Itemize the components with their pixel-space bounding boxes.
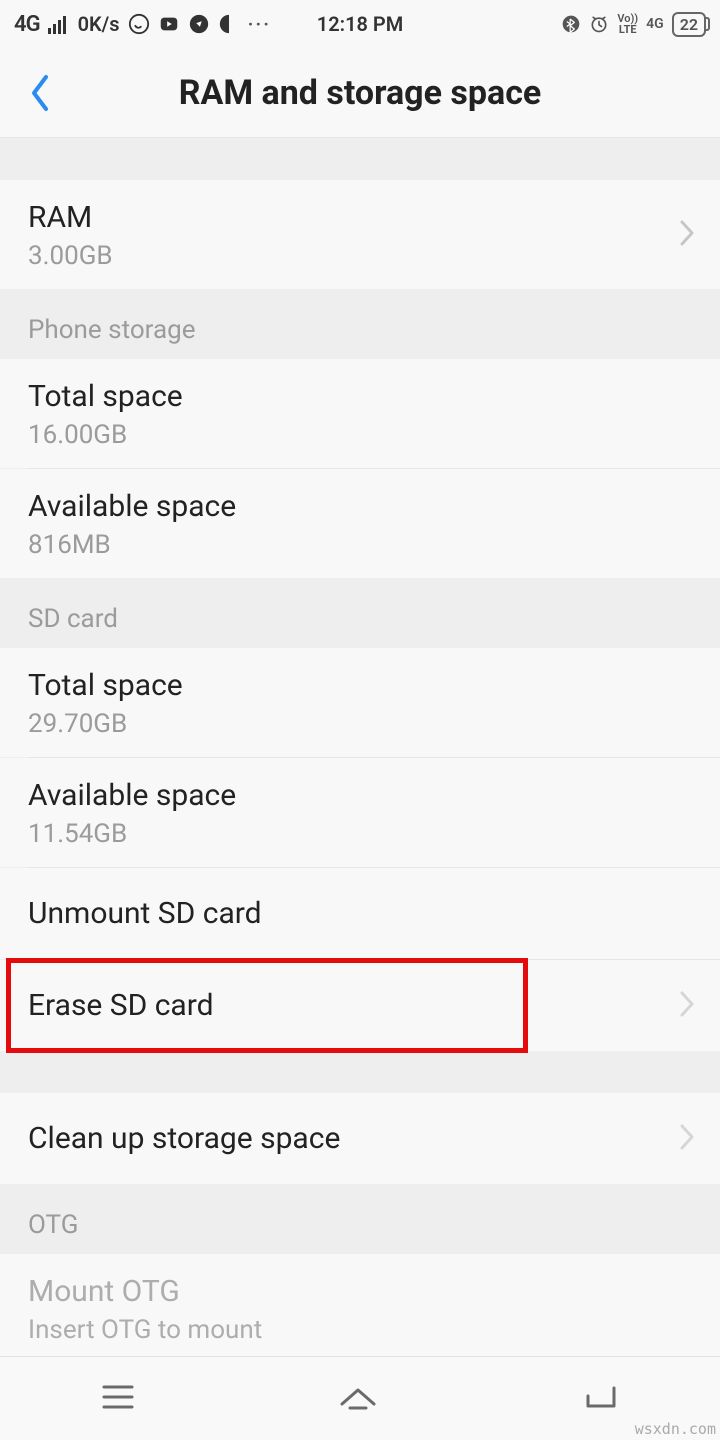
unmount-sd-row[interactable]: Unmount SD card <box>0 868 720 959</box>
network-label: 4G <box>14 12 40 37</box>
chevron-right-icon <box>678 989 696 1023</box>
phone-avail-value: 816MB <box>28 530 692 560</box>
chevron-right-icon <box>678 218 696 252</box>
network2-label: 4G <box>646 16 664 32</box>
sd-available-space-row[interactable]: Available space 11.54GB <box>0 758 720 867</box>
status-left: 4G 0K/s ··· <box>14 12 271 37</box>
whatsapp-icon <box>128 13 150 35</box>
mount-otg-sub: Insert OTG to mount <box>28 1315 692 1345</box>
signal-icon <box>48 14 70 34</box>
otg-header: OTG <box>0 1184 720 1254</box>
phone-storage-header: Phone storage <box>0 289 720 359</box>
back-nav-button[interactable] <box>540 1372 660 1426</box>
compass-icon <box>188 13 210 35</box>
battery-icon: 22 <box>672 12 706 37</box>
home-button[interactable] <box>296 1372 420 1426</box>
battery-level: 22 <box>680 15 698 34</box>
phone-total-value: 16.00GB <box>28 420 692 450</box>
phone-total-label: Total space <box>28 377 692 416</box>
youtube-icon <box>158 13 180 35</box>
sd-total-space-row[interactable]: Total space 29.70GB <box>0 648 720 757</box>
sd-avail-value: 11.54GB <box>28 819 692 849</box>
bluetooth-icon <box>561 14 581 34</box>
chevron-right-icon <box>678 1122 696 1156</box>
sd-avail-label: Available space <box>28 776 692 815</box>
cleanup-label: Clean up storage space <box>28 1119 692 1158</box>
erase-sd-row[interactable]: Erase SD card <box>0 960 720 1051</box>
app-header: RAM and storage space <box>0 48 720 138</box>
ram-label: RAM <box>28 198 692 237</box>
lte-text: LTE <box>617 24 638 35</box>
phone-available-space-row[interactable]: Available space 816MB <box>0 469 720 578</box>
status-right: Vo)) LTE 4G 22 <box>561 12 706 37</box>
more-icon: ··· <box>248 12 272 36</box>
spacer <box>0 1051 720 1093</box>
mount-otg-label: Mount OTG <box>28 1272 692 1311</box>
alarm-icon <box>589 14 609 34</box>
back-button[interactable] <box>20 68 60 118</box>
phone-avail-label: Available space <box>28 487 692 526</box>
mount-otg-row: Mount OTG Insert OTG to mount <box>0 1254 720 1363</box>
unmount-sd-label: Unmount SD card <box>28 894 692 933</box>
ram-row[interactable]: RAM 3.00GB <box>0 180 720 289</box>
sd-total-label: Total space <box>28 666 692 705</box>
cleanup-row[interactable]: Clean up storage space <box>0 1093 720 1184</box>
status-time: 12:18 PM <box>317 12 403 36</box>
page-title: RAM and storage space <box>60 73 660 113</box>
system-nav-bar <box>0 1356 720 1440</box>
volte-icon: Vo)) LTE <box>617 13 638 35</box>
phone-total-space-row[interactable]: Total space 16.00GB <box>0 359 720 468</box>
recent-apps-button[interactable] <box>60 1373 176 1425</box>
sd-card-header: SD card <box>0 578 720 648</box>
sd-total-value: 29.70GB <box>28 709 692 739</box>
leaf-icon <box>218 13 240 35</box>
ram-value: 3.00GB <box>28 241 692 271</box>
erase-sd-label: Erase SD card <box>28 986 692 1025</box>
spacer <box>0 138 720 180</box>
watermark: wsxdn.com <box>635 1420 716 1438</box>
status-bar: 4G 0K/s ··· 12:18 PM Vo)) LTE 4G <box>0 0 720 48</box>
data-speed: 0K/s <box>78 12 120 36</box>
